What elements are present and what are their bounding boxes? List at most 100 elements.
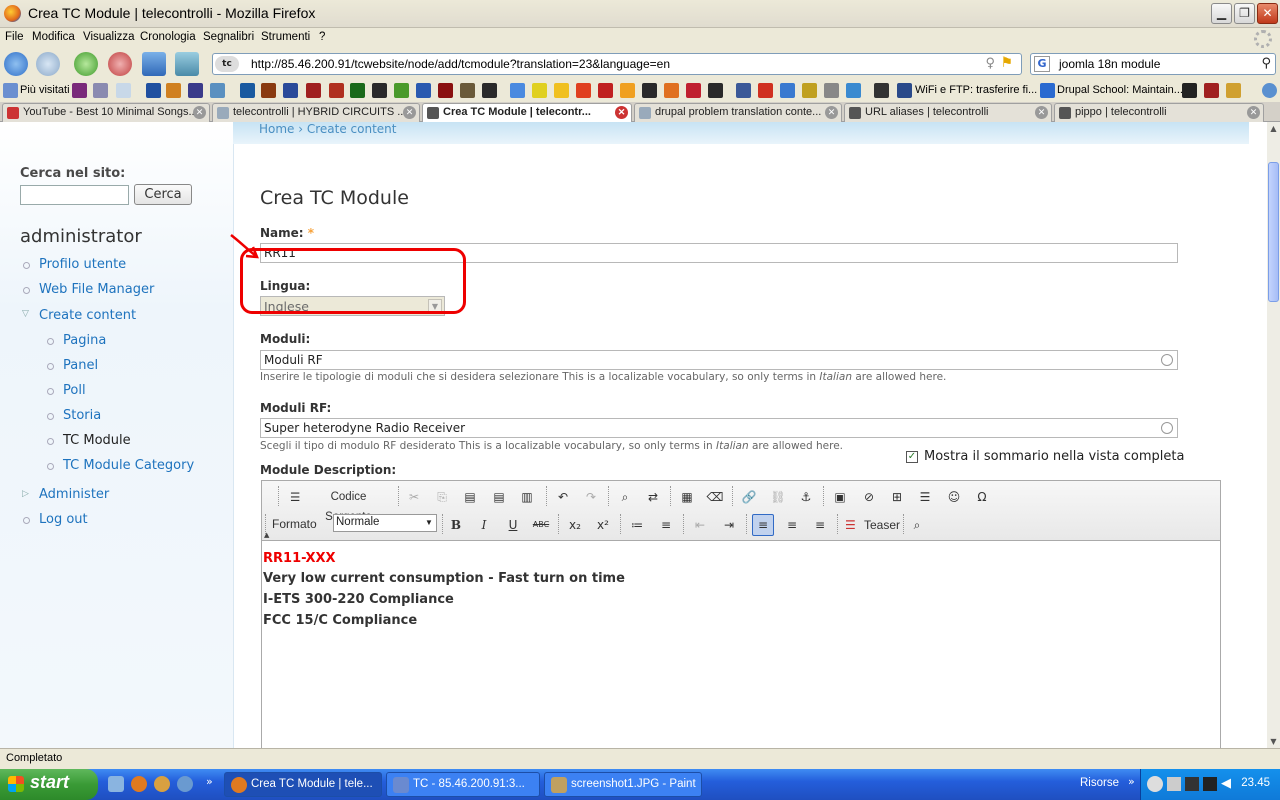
- unlink-icon[interactable]: ⛓: [767, 486, 789, 508]
- summary-checkbox-row[interactable]: ✓ Mostra il sommario nella vista completa: [906, 449, 1184, 464]
- horizontal-rule-icon[interactable]: ☰: [914, 486, 936, 508]
- new-tab-icon[interactable]: [142, 52, 166, 76]
- bookmark-icon[interactable]: [482, 83, 497, 98]
- nav-panel[interactable]: Panel: [63, 358, 98, 373]
- quicklaunch-icon[interactable]: [177, 776, 193, 792]
- outdent-icon[interactable]: ⇤: [689, 514, 711, 536]
- home-icon[interactable]: [175, 52, 199, 76]
- close-tab-icon[interactable]: ✕: [193, 106, 206, 119]
- underline-icon[interactable]: U: [502, 514, 524, 536]
- nav-poll[interactable]: Poll: [63, 383, 86, 398]
- close-tab-icon[interactable]: ✕: [825, 106, 838, 119]
- bookmark-icon[interactable]: [146, 83, 161, 98]
- bookmark-icon[interactable]: [350, 83, 365, 98]
- bookmark-icon[interactable]: [1226, 83, 1241, 98]
- tray-expand-icon[interactable]: [1147, 776, 1163, 792]
- task-remote[interactable]: TC - 85.46.200.91:3...: [386, 772, 540, 797]
- close-tab-icon[interactable]: ✕: [1035, 106, 1048, 119]
- select-all-icon[interactable]: ▦: [676, 486, 698, 508]
- nav-create-content[interactable]: Create content: [39, 308, 136, 323]
- special-char-icon[interactable]: Ω: [971, 486, 993, 508]
- bookmark-icon[interactable]: [416, 83, 431, 98]
- restore-button[interactable]: ❐: [1234, 3, 1255, 24]
- paste-text-icon[interactable]: ▤: [488, 486, 510, 508]
- bookmark-icon[interactable]: [372, 83, 387, 98]
- tab-drupal-problem[interactable]: drupal problem translation conte... ✕: [634, 103, 842, 122]
- find-icon[interactable]: ⌕: [614, 486, 636, 508]
- collapse-toolbar-icon[interactable]: ▲: [264, 531, 269, 539]
- scroll-thumb[interactable]: [1268, 162, 1279, 302]
- menu-modifica[interactable]: Modifica: [32, 31, 75, 43]
- bookmarks-more-icon[interactable]: [1262, 83, 1277, 98]
- volume-icon[interactable]: ◀: [1221, 776, 1231, 791]
- bookmark-icon[interactable]: [240, 83, 255, 98]
- facebook-icon[interactable]: [736, 83, 751, 98]
- feed-icon[interactable]: ⚑: [1000, 55, 1013, 71]
- moduli-rf-field[interactable]: Super heterodyne Radio Receiver: [260, 418, 1178, 438]
- risorse-toolbar[interactable]: Risorse: [1080, 777, 1119, 789]
- undo-icon[interactable]: ↶: [552, 486, 574, 508]
- link-icon[interactable]: 🔗: [738, 486, 760, 508]
- paste-icon[interactable]: ▤: [459, 486, 481, 508]
- bookmark-icon[interactable]: [116, 83, 131, 98]
- bookmark-icon[interactable]: [708, 83, 723, 98]
- tab-url-aliases[interactable]: URL aliases | telecontrolli ✕: [844, 103, 1052, 122]
- nav-log-out[interactable]: Log out: [39, 512, 88, 527]
- youtube-icon[interactable]: [576, 83, 591, 98]
- copy-icon[interactable]: ⎘: [431, 486, 453, 508]
- align-center-icon[interactable]: ≡: [781, 514, 803, 536]
- bookmark-icon[interactable]: [642, 83, 657, 98]
- address-input[interactable]: http://85.46.200.91/tcwebsite/node/add/t…: [251, 57, 670, 71]
- superscript-icon[interactable]: x²: [592, 514, 614, 536]
- bookmark-icon[interactable]: [780, 83, 795, 98]
- tab-hybrid-circuits[interactable]: telecontrolli | HYBRID CIRCUITS ... ✕: [212, 103, 420, 122]
- bookmark-icon[interactable]: [394, 83, 409, 98]
- bookmark-icon[interactable]: [802, 83, 817, 98]
- bookmark-icon[interactable]: [686, 83, 701, 98]
- bookmark-icon[interactable]: [598, 83, 613, 98]
- bookmark-icon[interactable]: [1182, 83, 1197, 98]
- task-firefox[interactable]: Crea TC Module | tele...: [224, 772, 382, 797]
- subscript-icon[interactable]: x₂: [564, 514, 586, 536]
- site-identity-icon[interactable]: tc: [215, 56, 239, 72]
- forward-icon[interactable]: [36, 52, 60, 76]
- bookmark-icon[interactable]: [1204, 83, 1219, 98]
- preview-icon[interactable]: ⌕: [906, 514, 928, 536]
- bookmark-icon[interactable]: [438, 83, 453, 98]
- numbered-list-icon[interactable]: ≔: [626, 514, 648, 536]
- menu-file[interactable]: File: [5, 31, 24, 43]
- quicklaunch-more-icon[interactable]: »: [206, 775, 213, 788]
- bookmark-icon[interactable]: [460, 83, 475, 98]
- toolbar-more-icon[interactable]: »: [1128, 775, 1135, 788]
- bookmark-wifi[interactable]: WiFi e FTP: trasferire fi...: [915, 84, 1037, 96]
- bookmark-icon[interactable]: [758, 83, 773, 98]
- format-select[interactable]: Normale ▼: [333, 514, 437, 532]
- network-icon[interactable]: [1167, 777, 1181, 791]
- site-search-button[interactable]: Cerca: [134, 184, 192, 205]
- bookmark-icon[interactable]: [283, 83, 298, 98]
- breadcrumb[interactable]: Home › Create content: [259, 122, 397, 136]
- flash-icon[interactable]: ⊘: [858, 486, 880, 508]
- nav-administer[interactable]: Administer: [39, 487, 109, 502]
- italic-icon[interactable]: I: [473, 514, 495, 536]
- tray-app-icon[interactable]: [1185, 777, 1199, 791]
- php-icon[interactable]: [93, 83, 108, 98]
- remove-format-icon[interactable]: ⌫: [704, 486, 726, 508]
- bookmark-icon[interactable]: [510, 83, 525, 98]
- indent-icon[interactable]: ⇥: [718, 514, 740, 536]
- menu-segnalibri[interactable]: Segnalibri: [203, 31, 254, 43]
- nav-storia[interactable]: Storia: [63, 408, 101, 423]
- menu-cronologia[interactable]: Cronologia: [140, 31, 196, 43]
- summary-checkbox[interactable]: ✓: [906, 451, 918, 463]
- bookmark-icon[interactable]: [72, 83, 87, 98]
- paste-word-icon[interactable]: ▥: [516, 486, 538, 508]
- nav-tc-module[interactable]: TC Module: [63, 433, 131, 448]
- teaser-button[interactable]: ☰ Teaser: [842, 514, 900, 536]
- cut-icon[interactable]: ✂: [403, 486, 425, 508]
- table-icon[interactable]: ⊞: [886, 486, 908, 508]
- search-bar[interactable]: G joomla 18n module ⚲: [1030, 53, 1276, 75]
- bookmark-icon[interactable]: [664, 83, 679, 98]
- menu-visualizza[interactable]: Visualizza: [83, 31, 135, 43]
- back-icon[interactable]: [4, 52, 28, 76]
- minimize-button[interactable]: ▁: [1211, 3, 1232, 24]
